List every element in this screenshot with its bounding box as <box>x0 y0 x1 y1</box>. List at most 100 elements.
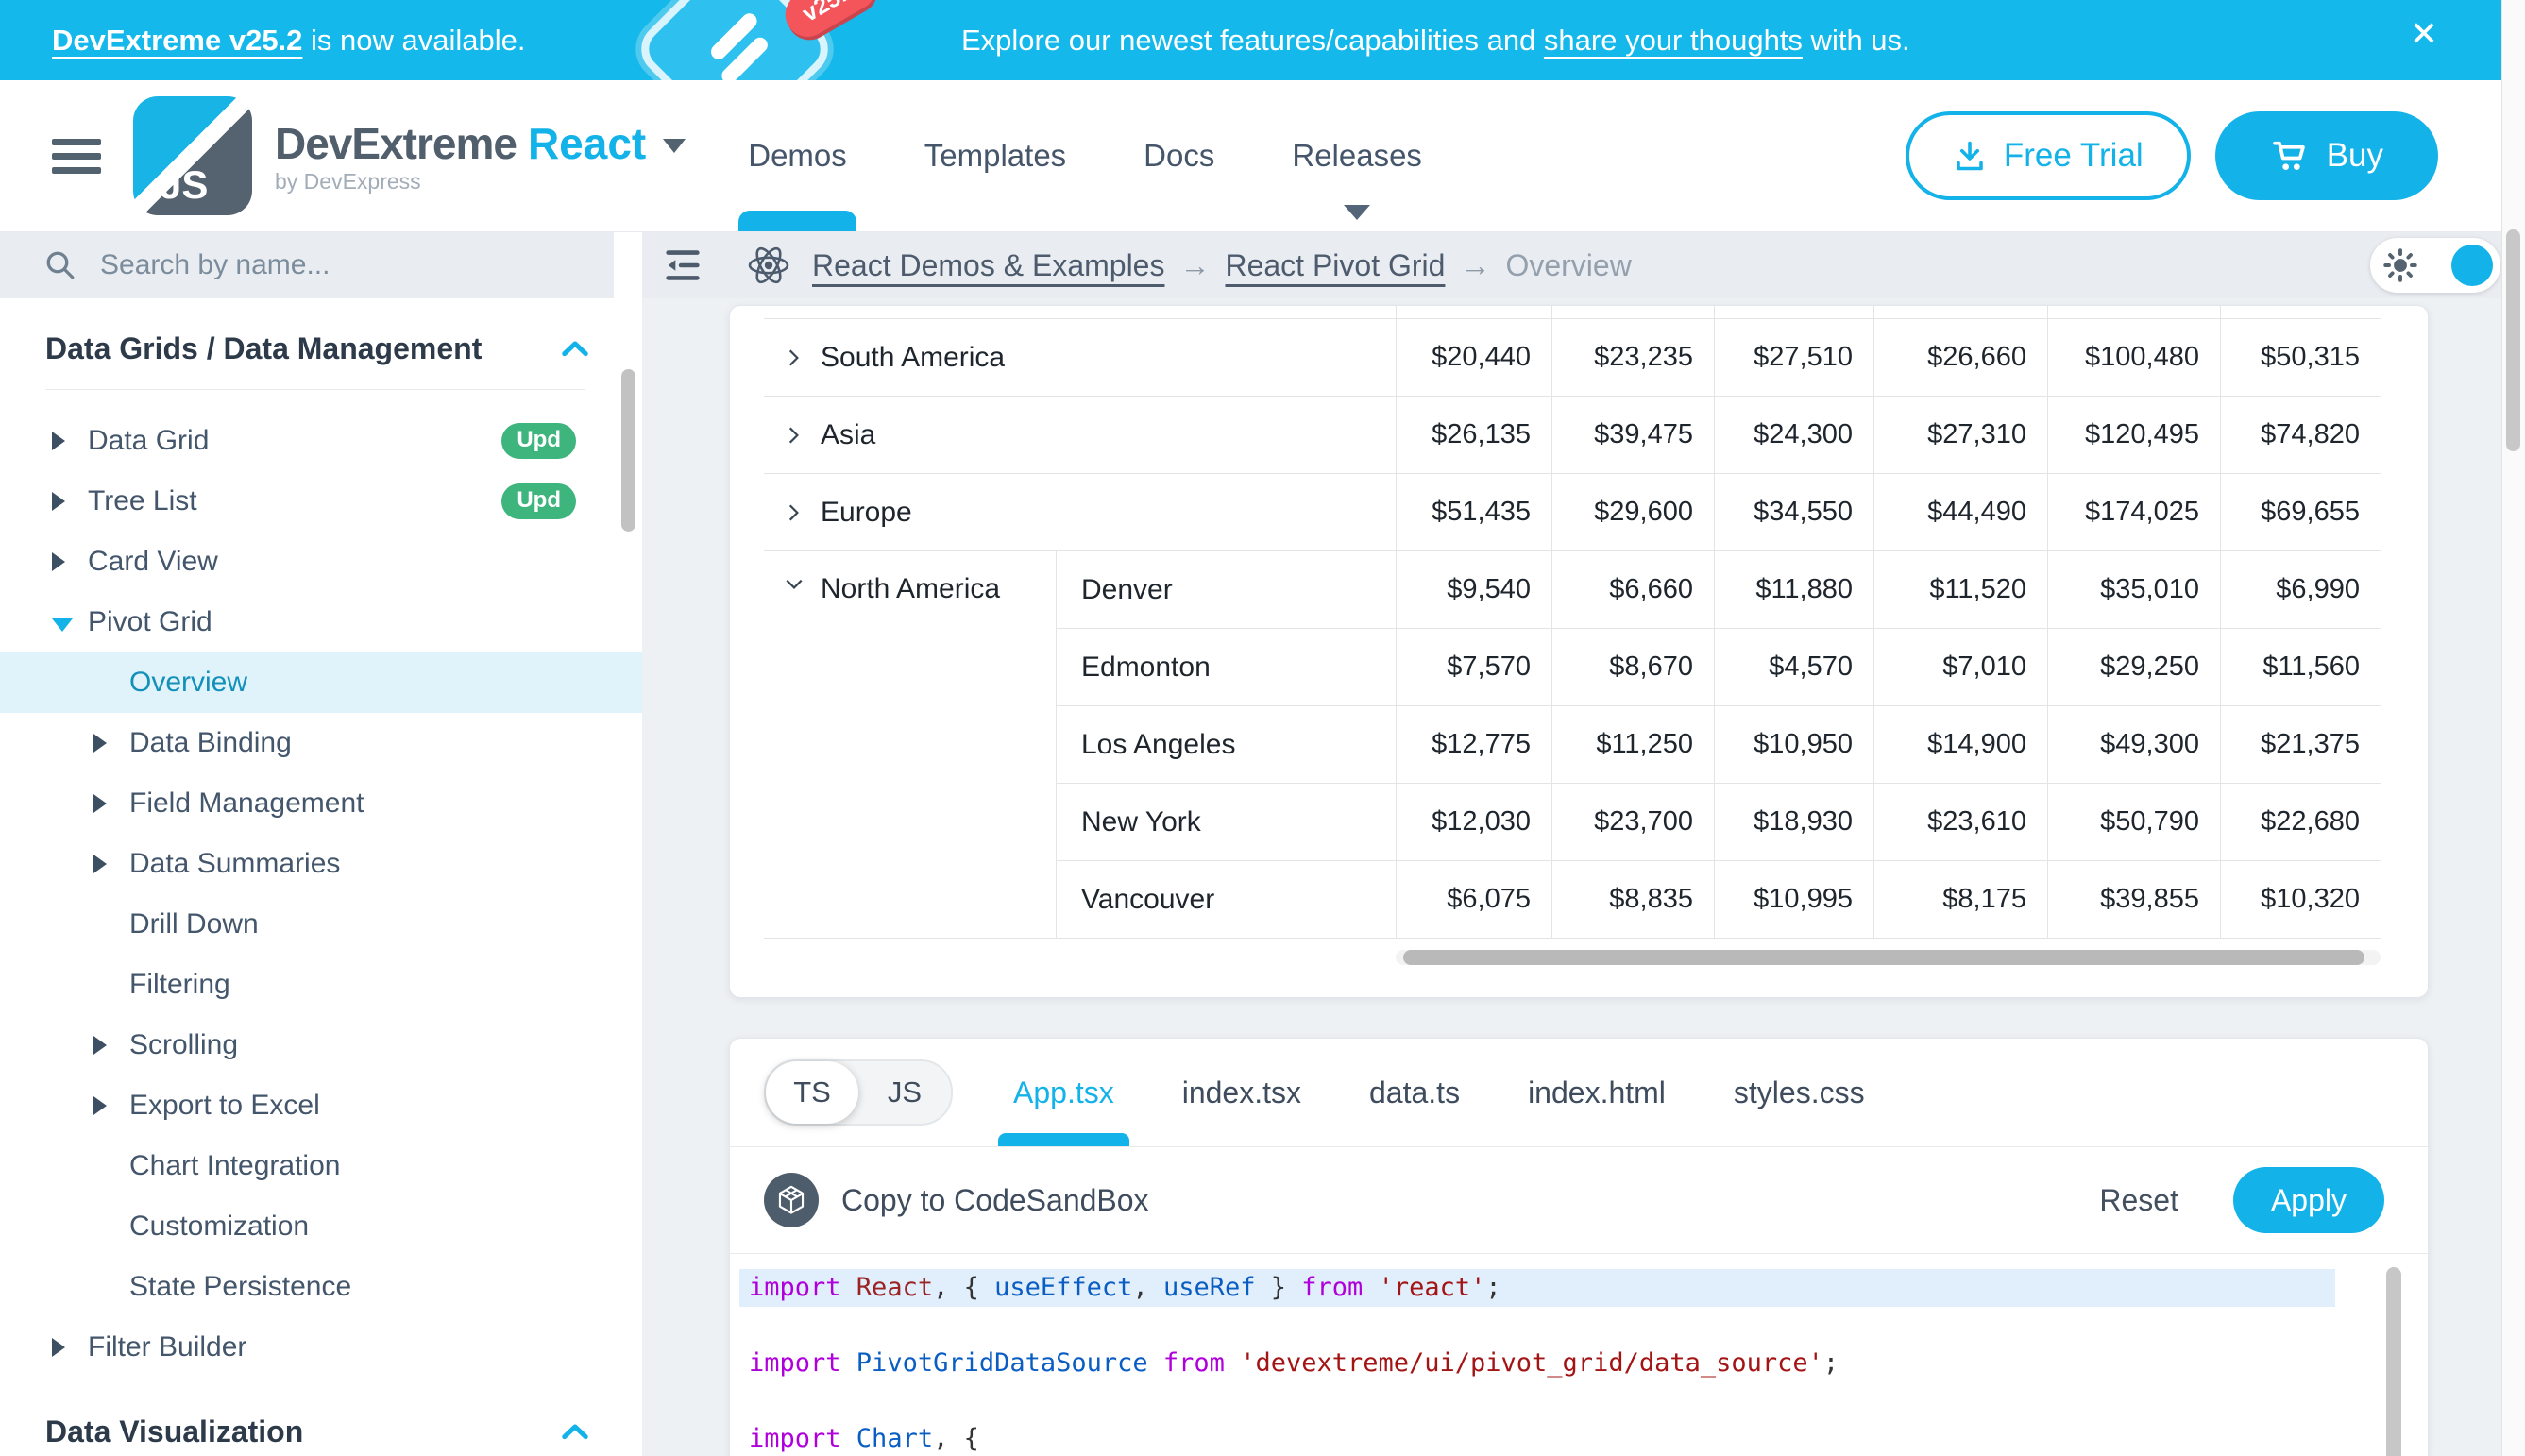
breadcrumb-pivot-grid-link[interactable]: React Pivot Grid <box>1225 248 1445 283</box>
expand-chevron-icon[interactable] <box>783 424 804 447</box>
pivot-row-europe[interactable]: Europe <box>764 474 1396 551</box>
sidebar-item-export-to-excel[interactable]: Export to Excel <box>0 1075 642 1136</box>
sidebar-item-chart-integration[interactable]: Chart Integration <box>0 1136 642 1196</box>
sidebar-item-label: Filtering <box>129 969 230 1001</box>
product-switcher[interactable]: DevExtremeReact by DevExpress <box>275 118 686 195</box>
cart-icon <box>2270 137 2308 175</box>
devextreme-js-logo[interactable]: JS <box>133 96 252 215</box>
pivot-row-north-america[interactable]: North America <box>764 551 1056 939</box>
search-bar[interactable] <box>0 232 614 298</box>
tab-data-ts[interactable]: data.ts <box>1369 1039 1460 1146</box>
search-icon <box>43 248 77 282</box>
sidebar-item-filter-builder[interactable]: Filter Builder <box>0 1317 642 1378</box>
pivot-value-cell: $27,510 <box>1714 319 1873 397</box>
close-icon[interactable]: ✕ <box>2410 17 2438 51</box>
pivot-row-asia[interactable]: Asia <box>764 397 1396 474</box>
expand-chevron-icon[interactable] <box>783 347 804 369</box>
sidebar-item-scrolling[interactable]: Scrolling <box>0 1015 642 1075</box>
theme-toggle[interactable] <box>2370 238 2500 293</box>
buy-button[interactable]: Buy <box>2215 111 2438 200</box>
sidebar-item-state-persistence[interactable]: State Persistence <box>0 1257 642 1317</box>
sidebar-item-label: Export to Excel <box>129 1090 320 1122</box>
sidebar-item-tree-list[interactable]: Tree List Upd <box>0 471 642 532</box>
sidebar-item-card-view[interactable]: Card View <box>0 532 642 592</box>
sidebar-item-customization[interactable]: Customization <box>0 1196 642 1257</box>
search-input[interactable] <box>98 248 508 282</box>
pivot-value-cell: $20,440 <box>1396 319 1551 397</box>
toggle-knob <box>2451 245 2493 286</box>
pivot-row-south-america[interactable]: South America <box>764 319 1396 397</box>
sidebar-scrollbar[interactable] <box>621 369 635 532</box>
pivot-value-cell: $11,250 <box>1551 706 1714 784</box>
upd-badge: Upd <box>501 483 576 519</box>
scrollbar-thumb[interactable] <box>2506 229 2520 451</box>
breadcrumb-current: Overview <box>1505 248 1631 283</box>
ts-js-toggle[interactable]: TSJS <box>764 1059 953 1126</box>
section-data-grids[interactable]: Data Grids / Data Management <box>0 321 642 376</box>
sidebar-item-label: Field Management <box>129 787 364 820</box>
nav-templates[interactable]: Templates <box>921 80 1070 231</box>
pivot-value-cell: $14,900 <box>1873 706 2047 784</box>
breadcrumb-demos-link[interactable]: React Demos & Examples <box>812 248 1164 283</box>
pivot-value-cell: $18,930 <box>1714 784 1873 861</box>
pivot-value-cell: $39,475 <box>1551 397 1714 474</box>
tab-app-tsx[interactable]: App.tsx <box>1013 1039 1114 1146</box>
tab-index-tsx[interactable]: index.tsx <box>1182 1039 1301 1146</box>
sidebar-item-field-management[interactable]: Field Management <box>0 773 642 834</box>
menu-icon[interactable] <box>52 131 101 181</box>
expand-chevron-icon[interactable] <box>783 501 804 524</box>
page-scrollbar[interactable] <box>2501 0 2525 1456</box>
code-toolbar: Copy to CodeSandBox Reset Apply <box>730 1146 2428 1253</box>
copy-to-codesandbox-button[interactable]: Copy to CodeSandBox <box>764 1173 1149 1227</box>
nav-demos[interactable]: Demos <box>744 80 851 231</box>
sidebar-item-overview[interactable]: Overview <box>0 652 642 713</box>
version-link[interactable]: DevExtreme v25.2 <box>52 24 302 57</box>
triangle-right-icon <box>52 552 65 571</box>
tab-index-html[interactable]: index.html <box>1528 1039 1666 1146</box>
lang-ts-option[interactable]: TS <box>766 1061 858 1124</box>
pivot-header-sliver <box>1714 306 1873 319</box>
nav-releases[interactable]: Releases <box>1288 80 1426 231</box>
code-line: import PivotGridDataSource from 'devextr… <box>739 1345 2418 1382</box>
pivot-value-cell: $100,480 <box>2047 319 2220 397</box>
collapse-chevron-icon[interactable] <box>783 573 805 594</box>
share-your-thoughts-link[interactable]: share your thoughts <box>1544 24 1803 57</box>
pivot-header-sliver <box>2047 306 2220 319</box>
pivot-value-cell: $23,235 <box>1551 319 1714 397</box>
sidebar-item-drill-down[interactable]: Drill Down <box>0 894 642 955</box>
row-label: South America <box>821 342 1005 374</box>
collapse-sidebar-icon[interactable] <box>661 244 704 287</box>
sidebar-item-label: Chart Integration <box>129 1150 340 1182</box>
tab-styles-css[interactable]: styles.css <box>1734 1039 1865 1146</box>
nav-docs[interactable]: Docs <box>1140 80 1218 231</box>
code-scrollbar[interactable] <box>2386 1267 2401 1456</box>
sidebar-nav: Data Grids / Data Management Data GridUp… <box>0 298 642 1456</box>
sidebar-item-label: State Persistence <box>129 1271 351 1303</box>
sidebar-item-filtering[interactable]: Filtering <box>0 955 642 1015</box>
section-data-visualization[interactable]: Data Visualization <box>0 1404 642 1456</box>
sidebar-item-label: Tree List <box>88 485 197 517</box>
reset-button[interactable]: Reset <box>2099 1183 2178 1218</box>
pivot-header-sliver <box>1551 306 1714 319</box>
lang-js-option[interactable]: JS <box>858 1061 951 1124</box>
pivot-value-cell: $44,490 <box>1873 474 2047 551</box>
breadcrumb-separator: → <box>1460 248 1490 283</box>
sidebar-item-data-grid[interactable]: Data GridUpd <box>0 411 642 471</box>
apply-button[interactable]: Apply <box>2233 1167 2384 1233</box>
free-trial-button[interactable]: Free Trial <box>1906 111 2191 200</box>
chevron-down-icon <box>1344 205 1370 220</box>
file-tabs: App.tsx index.tsx data.ts index.html styles.… <box>1013 1039 1865 1146</box>
sidebar-item-pivot-grid[interactable]: Pivot Grid <box>0 592 642 652</box>
sidebar-item-label: Pivot Grid <box>88 606 212 638</box>
pivot-value-cell: $8,670 <box>1551 629 1714 706</box>
scrollbar-thumb[interactable] <box>1403 950 2364 965</box>
pivot-value-cell: $7,570 <box>1396 629 1551 706</box>
pivot-horizontal-scrollbar[interactable] <box>1396 950 2381 965</box>
triangle-right-icon <box>93 1036 107 1055</box>
sidebar-item-data-summaries[interactable]: Data Summaries <box>0 834 642 894</box>
pivot-header-sliver <box>1396 306 1551 319</box>
pivot-value-cell: $26,660 <box>1873 319 2047 397</box>
pivot-city-vancouver: Vancouver <box>1056 861 1396 939</box>
sidebar-item-data-binding[interactable]: Data Binding <box>0 713 642 773</box>
triangle-right-icon <box>52 1338 65 1357</box>
